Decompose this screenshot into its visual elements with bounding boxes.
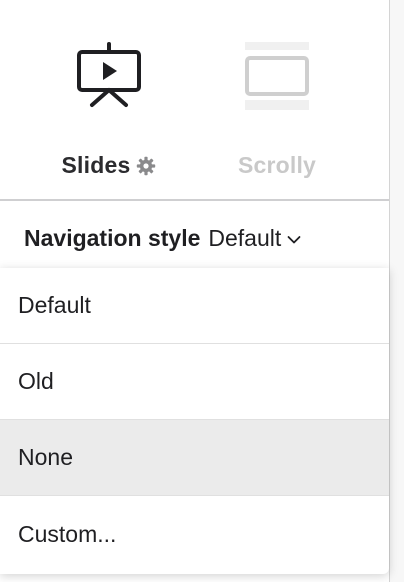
chevron-down-icon: [287, 236, 301, 244]
navigation-style-menu: Default Old None Custom...: [0, 268, 389, 574]
menu-item-old[interactable]: Old: [0, 344, 389, 420]
slides-mode-option[interactable]: Slides: [24, 28, 194, 198]
adjacent-panel-edge: [390, 0, 404, 582]
slides-mode-label: Slides: [61, 152, 131, 178]
slides-mode-label-row: Slides: [24, 152, 194, 179]
section-divider: [0, 199, 389, 201]
scroll-page-icon: [245, 42, 309, 110]
gear-icon[interactable]: [136, 156, 156, 176]
navigation-style-value: Default: [208, 224, 282, 251]
presentation-screen-icon: [77, 42, 141, 107]
scrolly-mode-label: Scrolly: [237, 152, 317, 178]
menu-item-none[interactable]: None: [0, 420, 389, 496]
menu-item-custom[interactable]: Custom...: [0, 496, 389, 572]
menu-item-default[interactable]: Default: [0, 268, 389, 344]
scrolly-mode-option[interactable]: Scrolly: [192, 28, 362, 198]
navigation-style-dropdown[interactable]: Navigation style Default: [24, 222, 301, 254]
navigation-style-label: Navigation style: [24, 224, 201, 251]
